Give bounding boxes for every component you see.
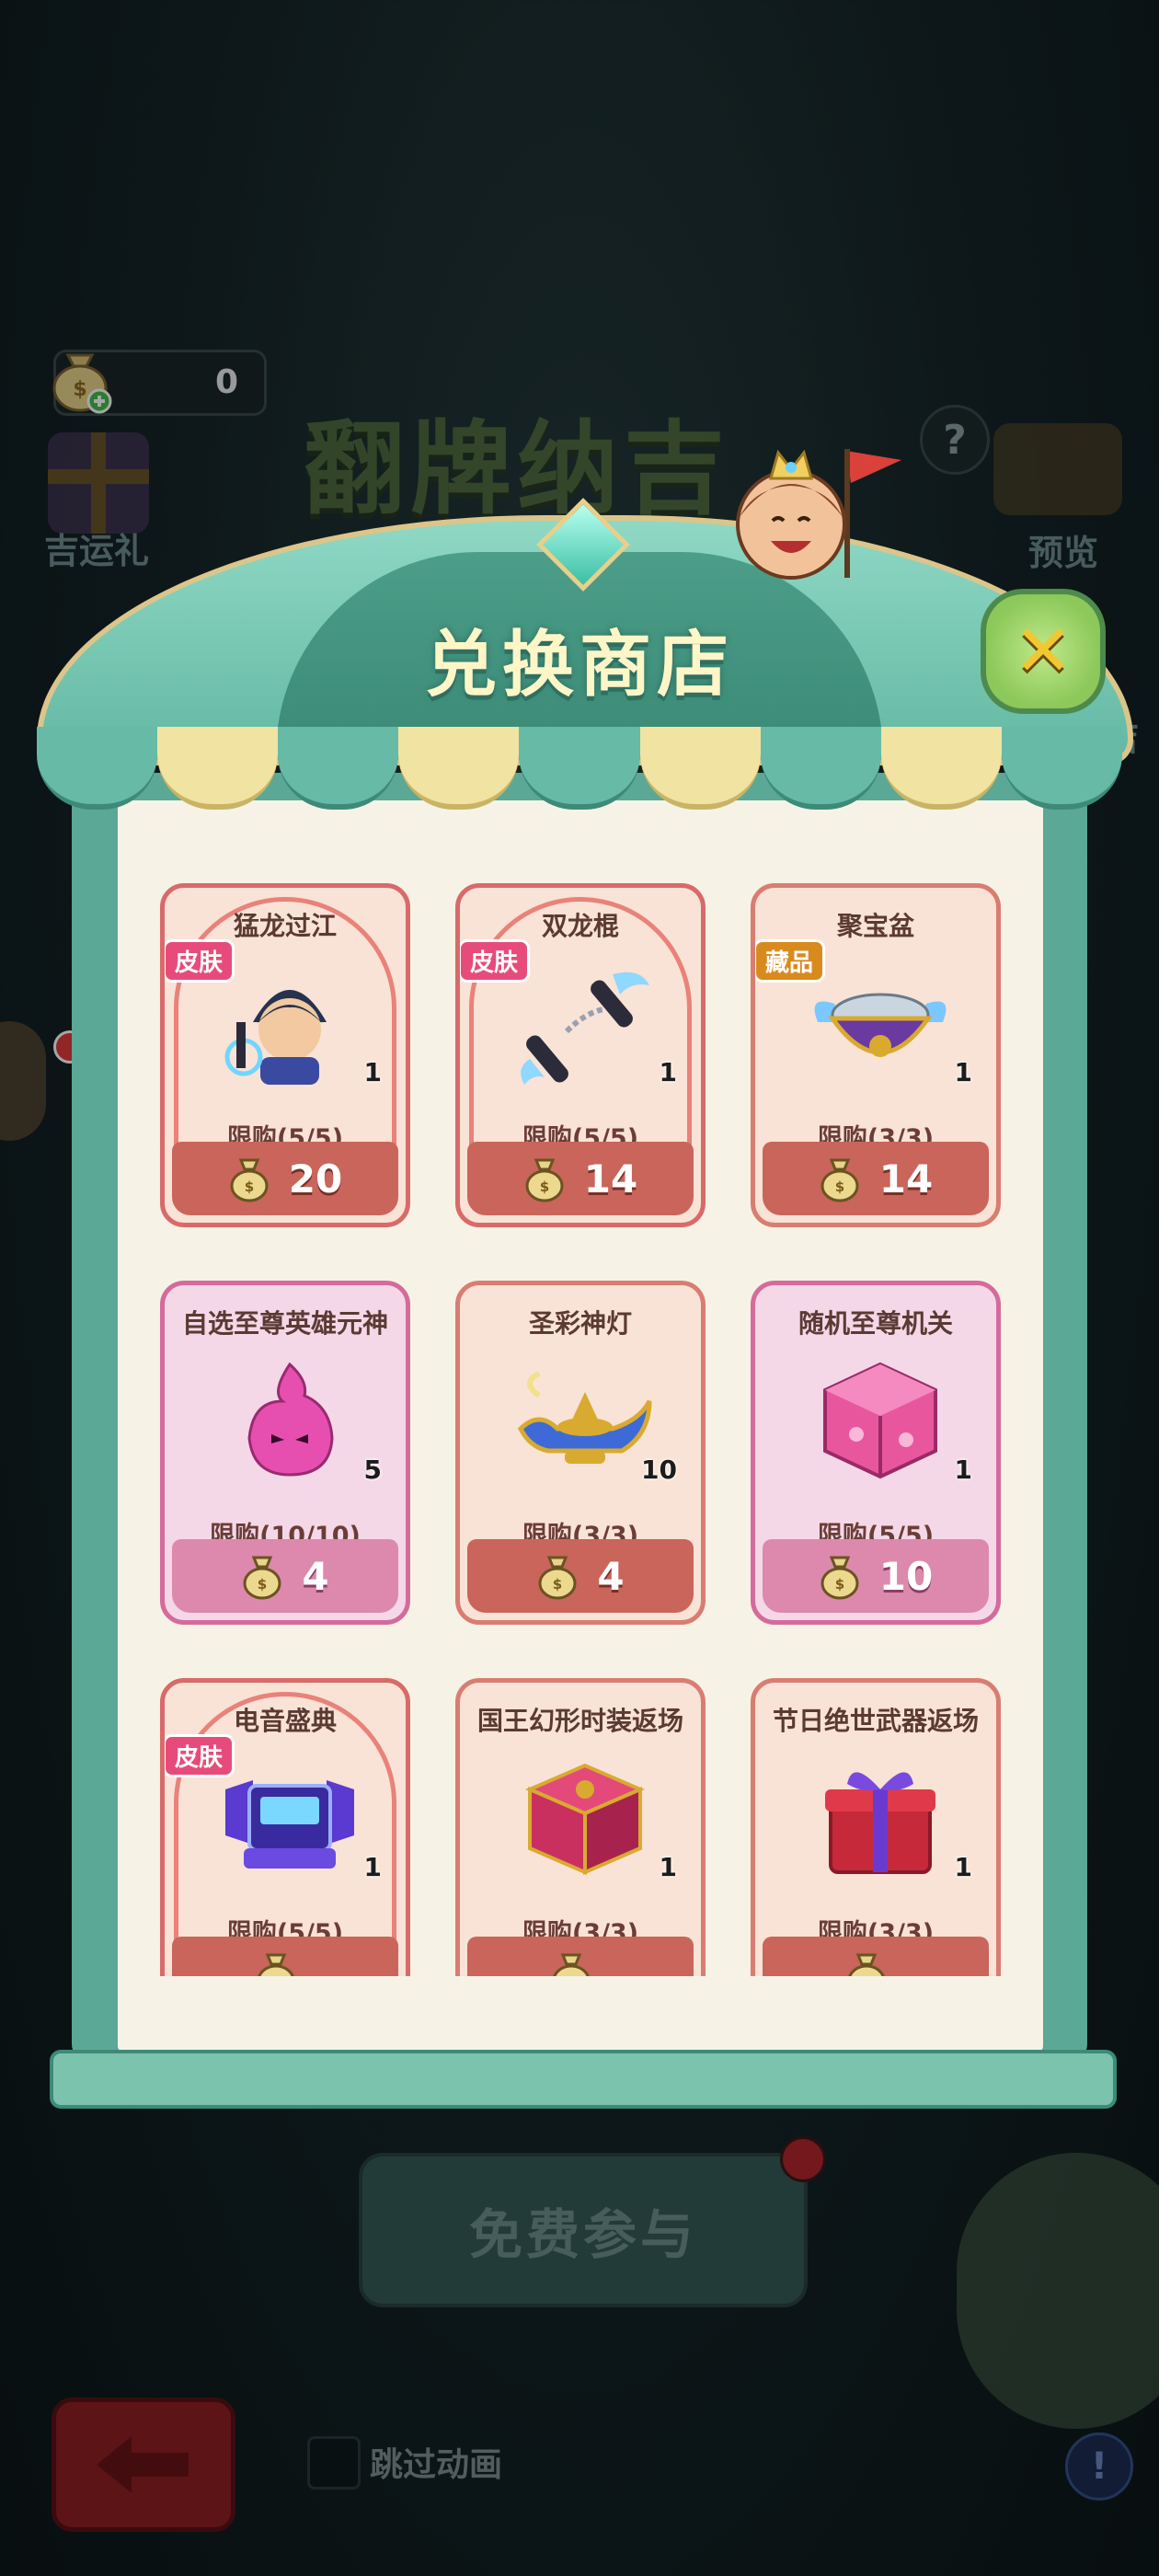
gift-box-icon [825, 1772, 935, 1874]
money-bag-icon: $ [820, 1556, 859, 1600]
money-bag-icon: $ [538, 1556, 577, 1600]
money-bag-icon [553, 1953, 590, 1976]
shop-item-card[interactable]: 猛龙过江 皮肤 1 限购(5/5) $ 20 [160, 883, 410, 1227]
item-name: 节日绝世武器返场 [772, 1706, 979, 1736]
svg-text:$: $ [553, 1576, 562, 1593]
dj-booth-icon [225, 1780, 354, 1869]
svg-text:$: $ [835, 1179, 844, 1195]
price-button[interactable]: $ 14 [467, 1142, 694, 1215]
item-name: 猛龙过江 [233, 911, 337, 941]
item-price: 4 [597, 1553, 625, 1599]
item-price: 14 [878, 1156, 934, 1202]
money-bag-icon [258, 1953, 294, 1976]
item-price: 4 [302, 1553, 329, 1599]
item-name: 双龙棍 [541, 911, 619, 941]
item-quantity: 1 [659, 1057, 677, 1087]
pink-cube-icon [823, 1362, 937, 1479]
shop-awning [37, 727, 1122, 810]
item-price: 10 [878, 1553, 934, 1599]
svg-text:$: $ [835, 1576, 844, 1593]
king-mascot-icon [736, 449, 901, 580]
item-name: 随机至尊机关 [798, 1308, 953, 1339]
price-button[interactable] [763, 1937, 989, 1976]
shop-item-card[interactable]: 双龙棍 皮肤 1 限购(5/5) $ 14 [455, 883, 706, 1227]
spirit-flame-icon [247, 1362, 334, 1477]
item-name: 聚宝盆 [836, 911, 914, 941]
price-button[interactable]: $ 10 [763, 1539, 989, 1613]
hero-skin-icon [224, 990, 327, 1085]
money-bag-icon: $ [525, 1158, 564, 1202]
magic-lamp-icon [517, 1371, 652, 1464]
item-name: 电音盛典 [233, 1706, 337, 1736]
shop-item-card[interactable]: 聚宝盆 藏品 1 限购(3/3) $ 14 [751, 883, 1001, 1227]
shop-base [50, 2050, 1117, 2109]
close-button[interactable]: ✕ [981, 589, 1106, 714]
item-name: 自选至尊英雄元神 [181, 1308, 388, 1339]
price-button[interactable] [172, 1937, 398, 1976]
shop-item-card[interactable]: 圣彩神灯 10 限购(3/3) $ 4 [455, 1281, 706, 1625]
item-price: 20 [288, 1156, 343, 1202]
shop-item-grid[interactable]: 猛龙过江 皮肤 1 限购(5/5) $ 20 双龙棍 皮肤 1 限购(5/5) … [118, 828, 1043, 1976]
price-button[interactable]: $ 4 [172, 1539, 398, 1613]
price-button[interactable]: $ 20 [172, 1142, 398, 1215]
price-button[interactable]: $ 4 [467, 1539, 694, 1613]
nunchaku-icon [521, 972, 649, 1085]
price-button[interactable]: $ 14 [763, 1142, 989, 1215]
shop-item-card[interactable]: 国王幻形时装返场 1 限购(3/3) [455, 1678, 706, 1976]
price-button[interactable] [467, 1937, 694, 1976]
money-bag-icon: $ [243, 1556, 281, 1600]
shop-item-card[interactable]: 电音盛典 皮肤 1 限购(5/5) [160, 1678, 410, 1976]
money-bag-icon: $ [230, 1158, 269, 1202]
shop-item-card[interactable]: 节日绝世武器返场 1 限购(3/3) [751, 1678, 1001, 1976]
item-quantity: 5 [363, 1455, 382, 1485]
item-name: 国王幻形时装返场 [476, 1706, 683, 1736]
item-quantity: 1 [954, 1057, 972, 1087]
svg-text:$: $ [540, 1179, 549, 1195]
item-price: 14 [583, 1156, 638, 1202]
svg-text:$: $ [258, 1576, 267, 1593]
svg-text:$: $ [245, 1179, 254, 1195]
item-quantity: 1 [954, 1455, 972, 1485]
shop-item-card[interactable]: 随机至尊机关 1 限购(5/5) $ 10 [751, 1281, 1001, 1625]
item-quantity: 1 [363, 1057, 382, 1087]
treasure-bowl-icon [814, 993, 947, 1057]
royal-chest-icon [524, 1763, 646, 1876]
item-quantity: 10 [641, 1455, 677, 1485]
money-bag-icon [848, 1953, 885, 1976]
item-quantity: 1 [363, 1852, 382, 1882]
item-quantity: 1 [954, 1852, 972, 1882]
shop-item-card[interactable]: 自选至尊英雄元神 5 限购(10/10) $ 4 [160, 1281, 410, 1625]
item-name: 圣彩神灯 [528, 1308, 632, 1339]
money-bag-icon: $ [820, 1158, 859, 1202]
item-quantity: 1 [659, 1852, 677, 1882]
